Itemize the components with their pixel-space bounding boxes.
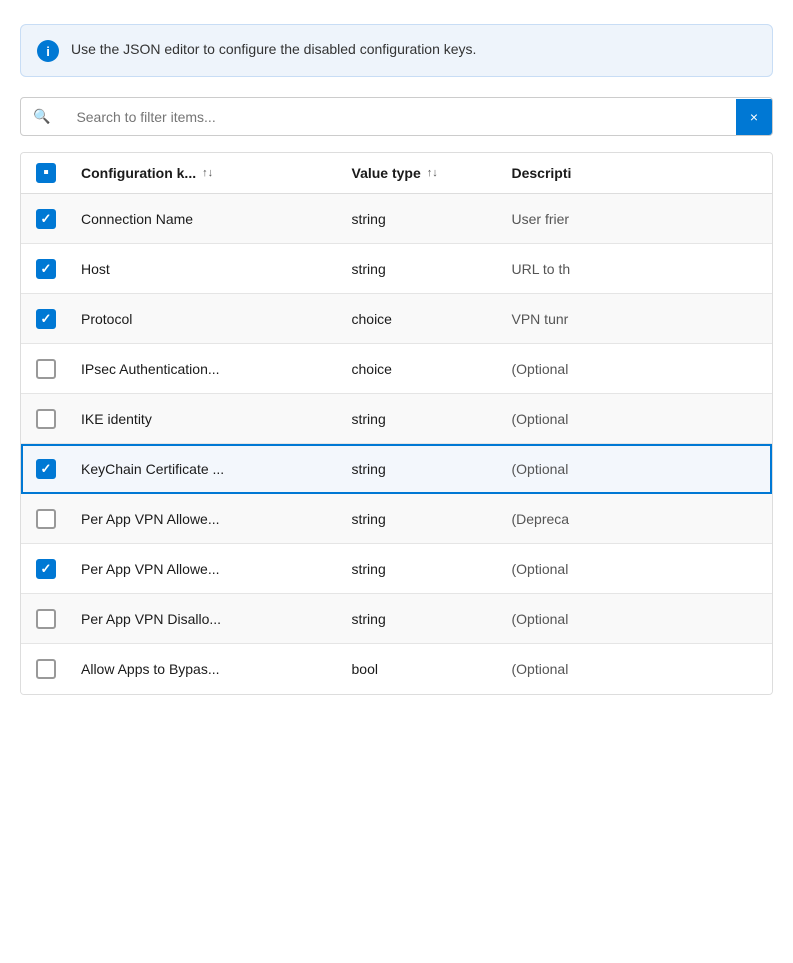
row-description: (Optional [502,349,773,389]
row-checkbox[interactable] [36,409,56,429]
row-checkbox[interactable] [36,359,56,379]
row-checkbox-cell [21,359,71,379]
row-value-type: choice [342,299,502,339]
row-checkbox[interactable] [36,659,56,679]
row-checkbox[interactable] [36,609,56,629]
table-body: Connection NamestringUser frierHoststrin… [21,194,772,694]
row-value-type: string [342,599,502,639]
row-checkbox-cell [21,409,71,429]
info-text: Use the JSON editor to configure the dis… [71,39,476,60]
header-config-key-label: Configuration k... [81,165,196,181]
row-checkbox[interactable] [36,259,56,279]
header-description-label: Descripti [512,165,572,181]
row-value-type: string [342,199,502,239]
row-description: (Optional [502,649,773,689]
row-checkbox-cell [21,209,71,229]
row-checkbox-cell [21,559,71,579]
row-checkbox-cell [21,459,71,479]
table-container: Configuration k... ↑↓ Value type ↑↓ Desc… [20,152,773,695]
row-description: (Optional [502,549,773,589]
row-description: (Optional [502,399,773,439]
header-value-type-label: Value type [352,165,421,181]
info-banner: i Use the JSON editor to configure the d… [20,24,773,77]
row-value-type: choice [342,349,502,389]
header-description: Descripti [502,163,773,183]
row-config-key: IKE identity [71,399,342,439]
table-row: IPsec Authentication...choice(Optional [21,344,772,394]
table-row: HoststringURL to th [21,244,772,294]
row-config-key: Per App VPN Allowe... [71,549,342,589]
table-row: Per App VPN Allowe...string(Optional [21,544,772,594]
row-config-key: IPsec Authentication... [71,349,342,389]
row-config-key: Protocol [71,299,342,339]
row-checkbox[interactable] [36,509,56,529]
row-description: VPN tunr [502,299,773,339]
row-value-type: bool [342,649,502,689]
row-description: User frier [502,199,773,239]
table-header: Configuration k... ↑↓ Value type ↑↓ Desc… [21,153,772,194]
row-checkbox-cell [21,259,71,279]
table-row: KeyChain Certificate ...string(Optional [21,444,772,494]
row-config-key: KeyChain Certificate ... [71,449,342,489]
table-row: Per App VPN Allowe...string(Depreca [21,494,772,544]
table-row: IKE identitystring(Optional [21,394,772,444]
search-input[interactable] [62,99,735,135]
row-description: URL to th [502,249,773,289]
sort-icon-config: ↑↓ [202,167,213,179]
header-config-key[interactable]: Configuration k... ↑↓ [71,163,342,183]
row-checkbox[interactable] [36,209,56,229]
row-config-key: Per App VPN Disallo... [71,599,342,639]
table-row: Connection NamestringUser frier [21,194,772,244]
row-value-type: string [342,449,502,489]
row-checkbox[interactable] [36,559,56,579]
row-checkbox-cell [21,309,71,329]
row-checkbox-cell [21,509,71,529]
row-value-type: string [342,249,502,289]
row-value-type: string [342,399,502,439]
row-checkbox-cell [21,609,71,629]
header-checkbox[interactable] [36,163,56,183]
table-row: Allow Apps to Bypas...bool(Optional [21,644,772,694]
row-description: (Depreca [502,499,773,539]
table-row: Per App VPN Disallo...string(Optional [21,594,772,644]
header-checkbox-cell [21,163,71,183]
row-value-type: string [342,549,502,589]
row-config-key: Host [71,249,342,289]
search-container: 🔍 × [20,97,773,136]
row-config-key: Per App VPN Allowe... [71,499,342,539]
table-row: ProtocolchoiceVPN tunr [21,294,772,344]
row-checkbox[interactable] [36,309,56,329]
row-checkbox-cell [21,659,71,679]
sort-icon-value: ↑↓ [427,167,438,179]
row-value-type: string [342,499,502,539]
clear-button[interactable]: × [736,99,772,135]
row-checkbox[interactable] [36,459,56,479]
row-description: (Optional [502,599,773,639]
row-config-key: Connection Name [71,199,342,239]
search-icon: 🔍 [21,98,62,135]
row-config-key: Allow Apps to Bypas... [71,649,342,689]
header-value-type[interactable]: Value type ↑↓ [342,163,502,183]
row-description: (Optional [502,449,773,489]
info-icon: i [37,40,59,62]
